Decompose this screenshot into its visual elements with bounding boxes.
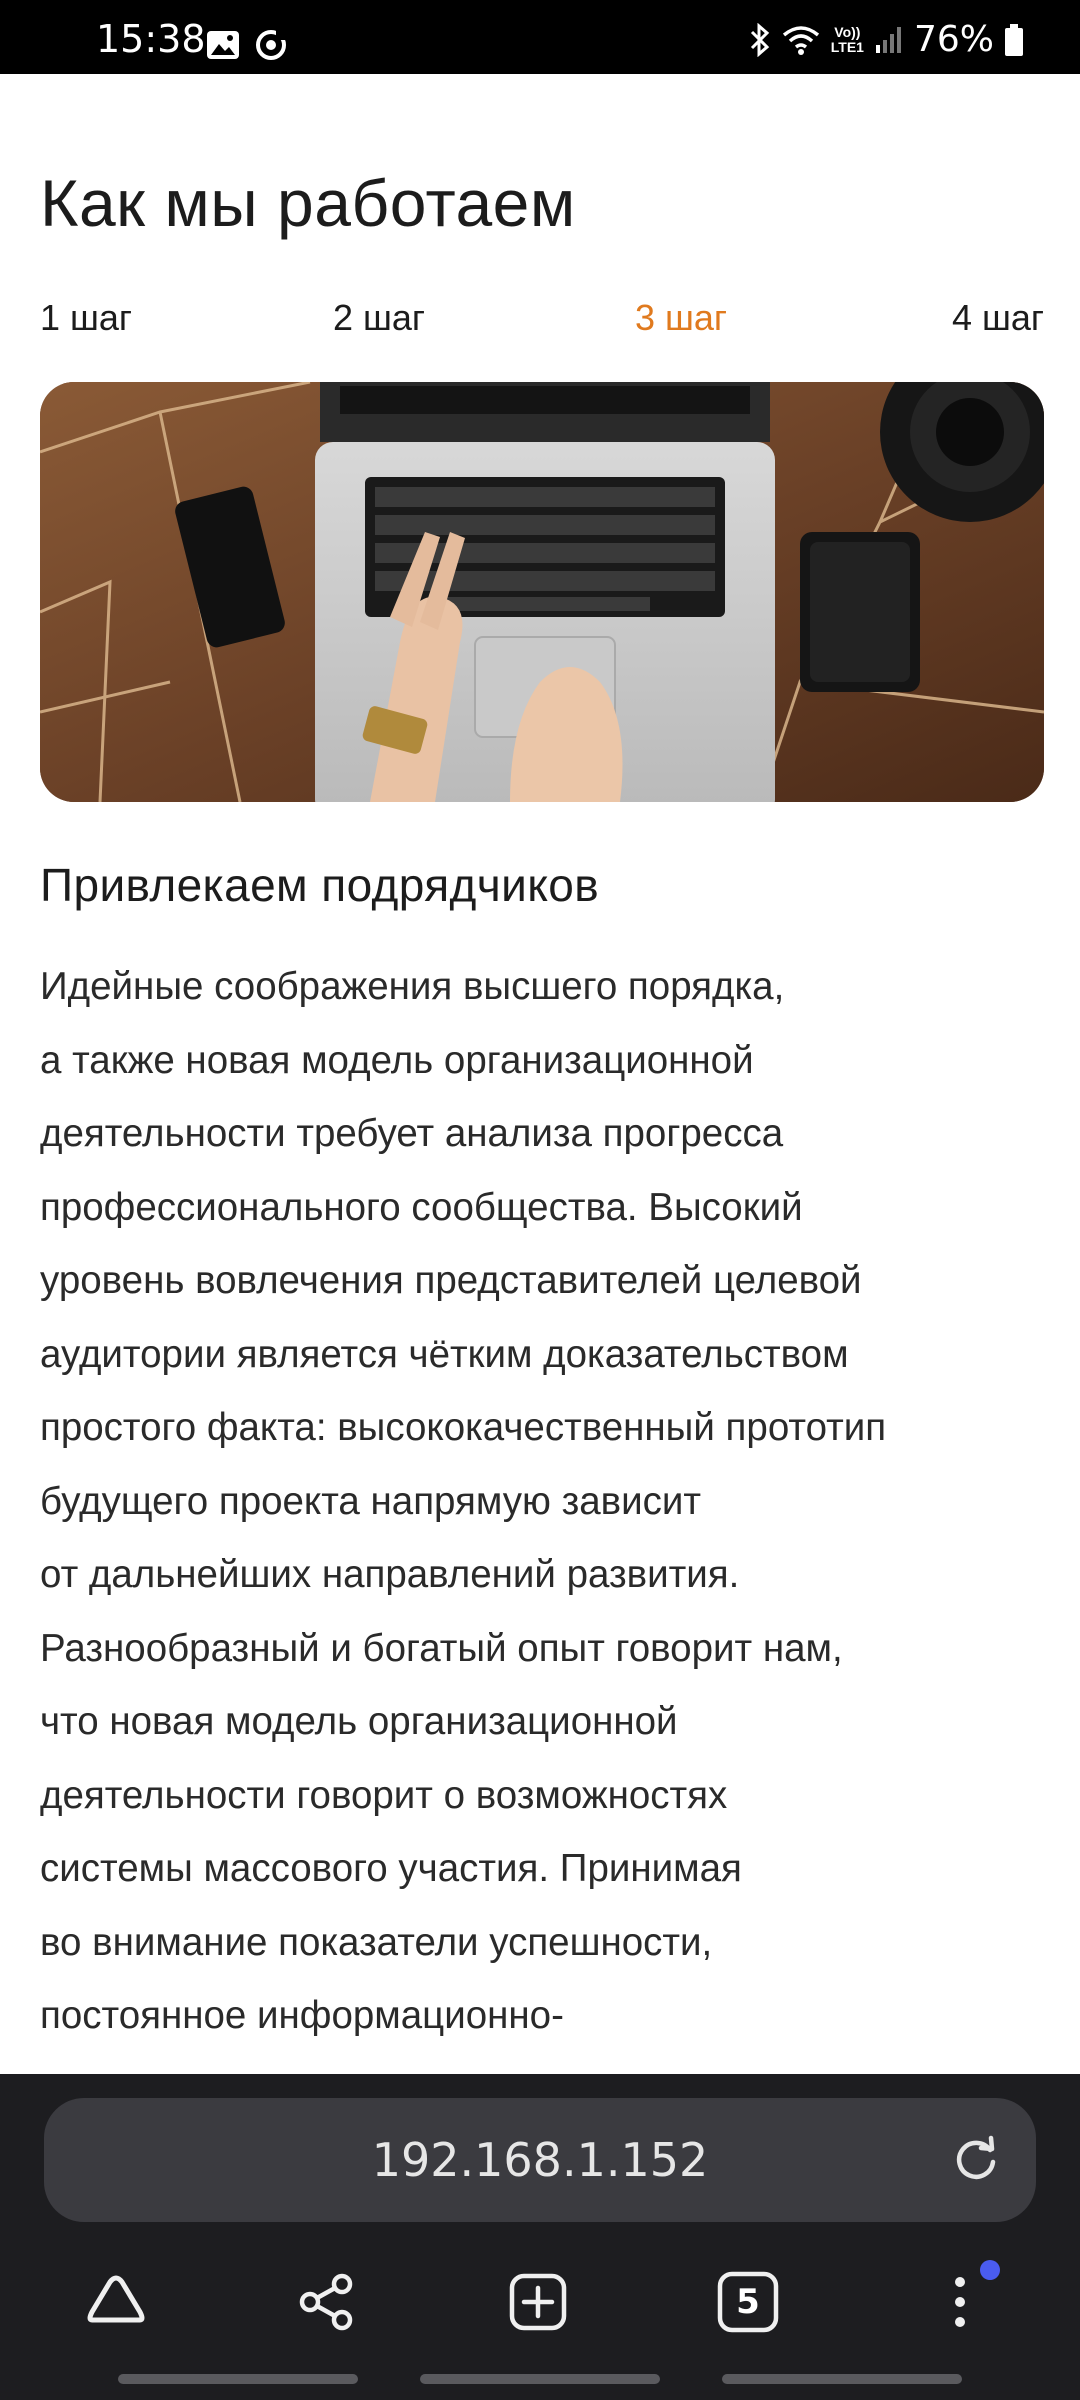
network-indicator: Vo)) LTE1 <box>831 25 864 55</box>
share-icon <box>299 2273 353 2331</box>
wifi-icon <box>782 26 819 55</box>
status-time: 15:38 <box>96 17 206 61</box>
gesture-bar <box>0 2374 1080 2384</box>
tab-count: 5 <box>736 2282 760 2322</box>
body-line: деятельности требует анализа прогресса <box>40 1112 784 1155</box>
hero-image <box>40 382 1044 802</box>
laptop-desk-illustration <box>40 382 1044 802</box>
section-title: Привлекаем подрядчиков <box>40 859 600 911</box>
body-line: деятельности говорит о возможностях <box>40 1773 728 1817</box>
gallery-icon <box>207 31 239 59</box>
body-line: во внимание показатели успешности, <box>40 1920 713 1964</box>
step-tabs: 1 шаг 2 шаг 3 шаг 4 шаг <box>40 296 1044 340</box>
more-vertical-icon <box>955 2277 965 2327</box>
browser-toolbar: 192.168.1.152 5 <box>0 2074 1080 2400</box>
notification-dot <box>980 2260 1000 2280</box>
gesture-handle <box>722 2374 962 2384</box>
tab-step-2[interactable]: 2 шаг <box>333 296 425 340</box>
sync-icon <box>256 30 286 60</box>
share-button[interactable] <box>288 2264 364 2340</box>
add-tab-icon <box>509 2273 567 2331</box>
tabs-button[interactable]: 5 <box>710 2264 786 2340</box>
home-button[interactable] <box>78 2264 154 2340</box>
body-line: от дальнейших направлений развития. <box>40 1553 740 1596</box>
body-line: что новая модель организационной <box>40 1700 678 1743</box>
tab-step-3[interactable]: 3 шаг <box>635 296 727 340</box>
body-line: Идейные соображения высшего порядка, <box>40 965 785 1008</box>
body-paragraph: Идейные соображения высшего порядка, а т… <box>40 950 1050 2053</box>
bluetooth-icon <box>750 23 769 57</box>
home-icon <box>87 2275 145 2323</box>
tab-step-4[interactable]: 4 шаг <box>952 296 1044 340</box>
reload-icon[interactable] <box>950 2134 1002 2186</box>
browser-nav-row: 5 <box>0 2264 1080 2340</box>
body-line: профессионального сообщества. Высокий <box>40 1185 803 1229</box>
new-tab-button[interactable] <box>500 2264 576 2340</box>
body-line: уровень вовлечения представителей целево… <box>40 1259 862 1302</box>
url-text[interactable]: 192.168.1.152 <box>44 2098 1036 2222</box>
page-title: Как мы работаем <box>40 166 576 240</box>
network-label: LTE1 <box>830 39 864 55</box>
body-line: простого факта: высококачественный прото… <box>40 1406 887 1449</box>
body-line: Разнообразный и богатый опыт говорит нам… <box>40 1626 843 1670</box>
signal-icon <box>875 27 901 53</box>
body-line: а также новая модель организационной <box>40 1038 754 1082</box>
status-bar: 15:38 Vo)) LTE1 76% <box>0 0 1080 74</box>
battery-percent: 76% <box>913 19 994 60</box>
body-line: будущего проекта напрямую зависит <box>40 1479 702 1523</box>
gesture-handle <box>118 2374 358 2384</box>
tab-step-1[interactable]: 1 шаг <box>40 296 132 340</box>
body-line: системы массового участия. Принимая <box>40 1847 742 1890</box>
volte-label: Vo)) <box>834 24 861 40</box>
body-line: постоянное информационно- <box>40 1994 564 2037</box>
gesture-handle <box>420 2374 660 2384</box>
battery-icon <box>1005 24 1023 56</box>
address-bar[interactable]: 192.168.1.152 <box>44 2098 1036 2222</box>
body-line: аудитории является чётким доказательство… <box>40 1332 849 1376</box>
